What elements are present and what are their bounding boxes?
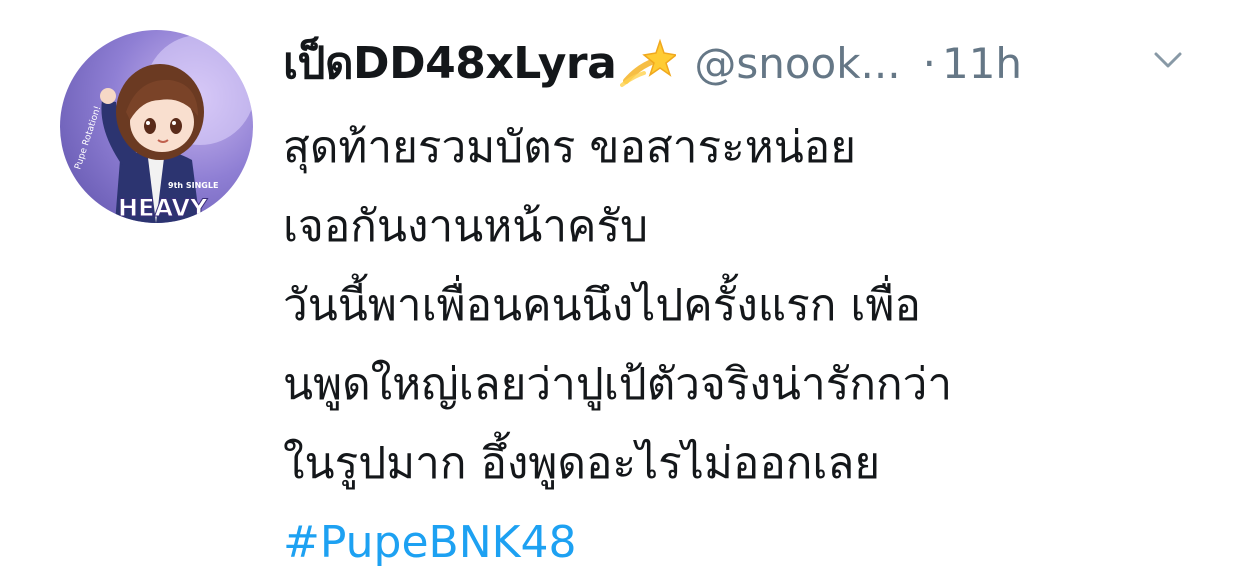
avatar[interactable]: Pupe Rotation! 9th SINGLE HEAVY bbox=[60, 30, 253, 223]
avatar-illustration: Pupe Rotation! 9th SINGLE HEAVY bbox=[73, 35, 253, 223]
tweet-text-line: วันนี้พาเพื่อนคนนึงไปครั้งแรก เพื่อ bbox=[283, 280, 921, 331]
tweet[interactable]: Pupe Rotation! 9th SINGLE HEAVY เป็ดDD48… bbox=[0, 0, 1242, 571]
tweet-text-line: นพูดใหญ่เลยว่าปูเป้ตัวจริงน่ารักกว่า bbox=[283, 359, 953, 410]
tweet-text-line: เจอกันงานหน้าครับ bbox=[283, 201, 649, 252]
tweet-text-line: ในรูปมาก อึ้งพูดอะไรไม่ออกเลย bbox=[283, 438, 881, 489]
display-name[interactable]: เป็ดDD48xLyra bbox=[283, 28, 617, 98]
chevron-down-icon[interactable] bbox=[1148, 46, 1188, 76]
tweet-text: สุดท้ายรวมบัตร ขอสาระหน่อย เจอกันงานหน้า… bbox=[283, 108, 1213, 582]
avatar-big-text: HEAVY bbox=[118, 194, 208, 222]
tweet-header: เป็ดDD48xLyra @snook... · 11h bbox=[283, 28, 1213, 98]
hashtag-link[interactable]: #PupeBNK48 bbox=[283, 503, 1213, 582]
user-handle[interactable]: @snook... bbox=[694, 39, 900, 88]
avatar-side-text: Pupe Rotation! bbox=[73, 105, 103, 171]
tweet-text-line: สุดท้ายรวมบัตร ขอสาระหน่อย bbox=[283, 122, 857, 173]
tweet-timestamp[interactable]: 11h bbox=[942, 39, 1022, 88]
dizzy-emoji-icon bbox=[620, 37, 679, 89]
separator-dot: · bbox=[922, 38, 936, 88]
avatar-small-text: 9th SINGLE bbox=[168, 181, 218, 190]
